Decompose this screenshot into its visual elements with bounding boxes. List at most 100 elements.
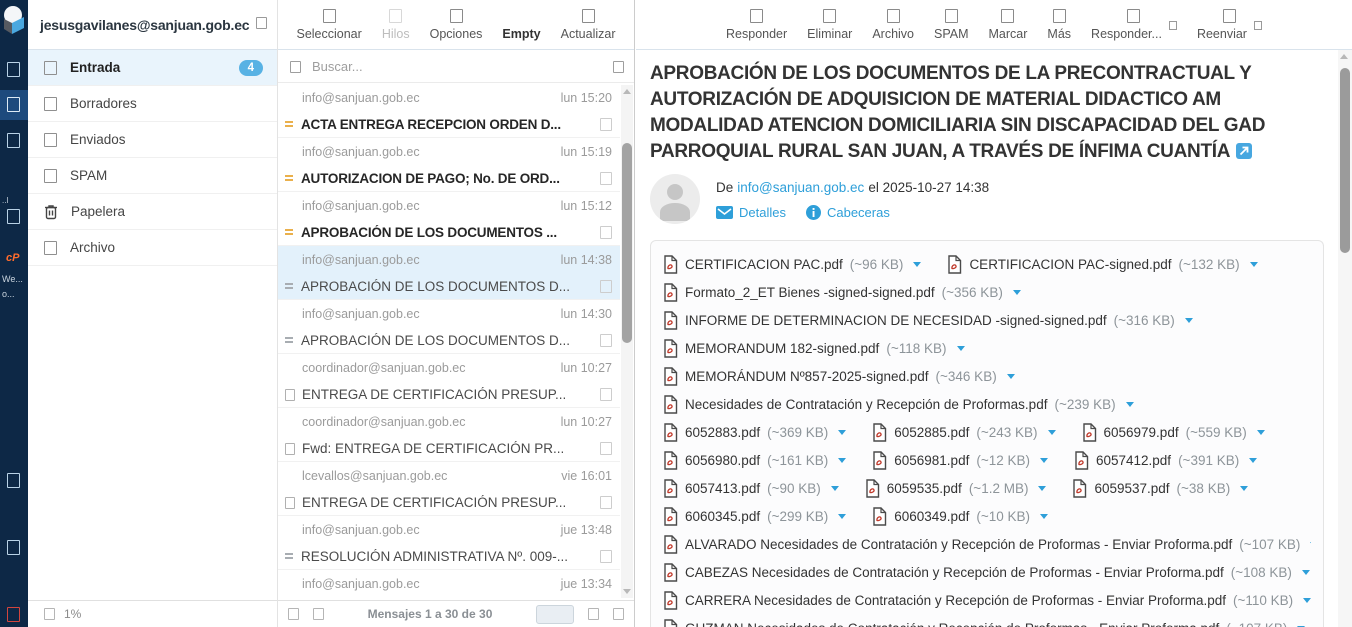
attachment-item[interactable]: MEMORANDUM 182-signed.pdf (~118 KB) [663, 339, 965, 358]
attachment-menu-icon[interactable] [838, 514, 846, 519]
attachment-item[interactable]: 6052883.pdf (~369 KB) [663, 423, 846, 442]
message-row[interactable]: info@sanjuan.gob.ec lun 15:19 AUTORIZACI… [278, 138, 620, 192]
search-options-icon[interactable] [613, 61, 624, 73]
toolbar-button[interactable]: Reenviar [1197, 9, 1262, 41]
attachment-item[interactable]: ALVARADO Necesidades de Contratación y R… [663, 535, 1311, 554]
attachment-item[interactable]: GUZMAN Necesidades de Contratación y Rec… [663, 619, 1305, 627]
list-scrollbar[interactable] [621, 85, 633, 598]
attachment-item[interactable]: CERTIFICACION PAC.pdf (~96 KB) [663, 255, 921, 274]
attachment-menu-icon[interactable] [1240, 486, 1248, 491]
toolbar-button[interactable]: Archivo [872, 9, 914, 41]
message-row[interactable]: info@sanjuan.gob.ec jue 13:34 [278, 570, 620, 600]
sender-email-link[interactable]: info@sanjuan.gob.ec [737, 180, 864, 195]
toolbar-button[interactable]: Empty [502, 9, 540, 41]
message-row[interactable]: info@sanjuan.gob.ec lun 15:12 APROBACIÓN… [278, 192, 620, 246]
attachment-item[interactable]: CARRERA Necesidades de Contratación y Re… [663, 591, 1311, 610]
attachment-name[interactable]: Necesidades de Contratación y Recepción … [685, 397, 1047, 412]
rail-app-icon[interactable] [7, 62, 20, 77]
attachment-name[interactable]: 6057412.pdf [1096, 453, 1171, 468]
folder-item[interactable]: Entrada 4 [28, 50, 277, 86]
footer-icon[interactable] [288, 608, 299, 620]
scroll-up-icon[interactable] [623, 89, 631, 94]
attachment-item[interactable]: 6059535.pdf (~1.2 MB) [865, 479, 1047, 498]
attachment-name[interactable]: CERTIFICACION PAC.pdf [685, 257, 843, 272]
attachment-menu-icon[interactable] [1185, 318, 1193, 323]
message-checkbox[interactable] [600, 334, 612, 347]
attachment-name[interactable]: GUZMAN Necesidades de Contratación y Rec… [685, 621, 1219, 627]
message-checkbox[interactable] [600, 388, 612, 401]
attachment-item[interactable]: INFORME DE DETERMINACION DE NECESIDAD -s… [663, 311, 1193, 330]
scroll-up-icon[interactable] [1340, 54, 1348, 59]
attachment-item[interactable]: CABEZAS Necesidades de Contratación y Re… [663, 563, 1310, 582]
attachment-item[interactable]: 6056980.pdf (~161 KB) [663, 451, 846, 470]
attachment-menu-icon[interactable] [1310, 542, 1311, 547]
attachment-item[interactable]: 6060349.pdf (~10 KB) [872, 507, 1048, 526]
search-bar[interactable]: Buscar... [278, 51, 634, 83]
folder-item[interactable]: Borradores [28, 86, 277, 122]
attachment-menu-icon[interactable] [1303, 598, 1311, 603]
headers-link[interactable]: Cabeceras [806, 205, 890, 220]
attachment-name[interactable]: CERTIFICACION PAC-signed.pdf [969, 257, 1171, 272]
attachment-name[interactable]: Formato_2_ET Bienes -signed-signed.pdf [685, 285, 935, 300]
toolbar-button[interactable]: Seleccionar [296, 9, 361, 41]
toolbar-button[interactable]: Responder... [1091, 9, 1177, 41]
cpanel-logo[interactable]: cP [6, 252, 19, 264]
attachment-menu-icon[interactable] [1302, 570, 1310, 575]
toolbar-button[interactable]: Actualizar [561, 9, 616, 41]
folder-item[interactable]: SPAM [28, 158, 277, 194]
toolbar-button[interactable]: Opciones [430, 9, 483, 41]
attachment-menu-icon[interactable] [1048, 430, 1056, 435]
attachment-item[interactable]: 6060345.pdf (~299 KB) [663, 507, 846, 526]
attachment-menu-icon[interactable] [1007, 374, 1015, 379]
attachment-menu-icon[interactable] [957, 346, 965, 351]
attachment-menu-icon[interactable] [1038, 486, 1046, 491]
attachment-menu-icon[interactable] [1013, 290, 1021, 295]
attachment-item[interactable]: 6056979.pdf (~559 KB) [1082, 423, 1265, 442]
message-checkbox[interactable] [600, 496, 612, 509]
rail-app-icon[interactable] [7, 607, 20, 622]
attachment-name[interactable]: 6060349.pdf [894, 509, 969, 524]
footer-icon[interactable] [588, 608, 599, 620]
attachment-name[interactable]: 6052885.pdf [894, 425, 969, 440]
attachment-name[interactable]: 6052883.pdf [685, 425, 760, 440]
attachment-menu-icon[interactable] [1040, 458, 1048, 463]
message-row[interactable]: coordinador@sanjuan.gob.ec lun 10:27 ENT… [278, 354, 620, 408]
attachment-menu-icon[interactable] [1040, 514, 1048, 519]
toolbar-button[interactable]: SPAM [934, 9, 969, 41]
attachment-name[interactable]: 6059537.pdf [1094, 481, 1169, 496]
attachment-menu-icon[interactable] [913, 262, 921, 267]
message-row[interactable]: info@sanjuan.gob.ec jue 13:48 RESOLUCIÓN… [278, 516, 620, 570]
account-menu-icon[interactable] [256, 17, 267, 29]
message-row[interactable]: coordinador@sanjuan.gob.ec lun 10:27 Fwd… [278, 408, 620, 462]
rail-app-icon[interactable] [7, 133, 20, 148]
folder-item[interactable]: Papelera [28, 194, 277, 230]
toolbar-button[interactable]: Responder [726, 9, 787, 41]
webmail-logo-icon[interactable] [1, 2, 27, 49]
reading-scrollbar-thumb[interactable] [1340, 68, 1350, 253]
search-input[interactable]: Buscar... [312, 59, 602, 74]
attachment-name[interactable]: ALVARADO Necesidades de Contratación y R… [685, 537, 1232, 552]
rail-active-item[interactable] [0, 90, 28, 120]
scroll-down-icon[interactable] [623, 589, 631, 594]
folder-item[interactable]: Enviados [28, 122, 277, 158]
message-checkbox[interactable] [600, 172, 612, 185]
toolbar-button[interactable]: Eliminar [807, 9, 852, 41]
message-row[interactable]: info@sanjuan.gob.ec lun 14:38 APROBACIÓN… [278, 246, 620, 300]
attachment-name[interactable]: 6059535.pdf [887, 481, 962, 496]
toolbar-button[interactable]: Hilos [382, 9, 410, 41]
toolbar-button[interactable]: Marcar [989, 9, 1028, 41]
attachment-name[interactable]: 6060345.pdf [685, 509, 760, 524]
attachment-item[interactable]: 6052885.pdf (~243 KB) [872, 423, 1055, 442]
attachment-menu-icon[interactable] [838, 430, 846, 435]
attachment-name[interactable]: CARRERA Necesidades de Contratación y Re… [685, 593, 1226, 608]
list-scrollbar-thumb[interactable] [622, 143, 632, 343]
folder-item[interactable]: Archivo [28, 230, 277, 266]
attachment-item[interactable]: 6057412.pdf (~391 KB) [1074, 451, 1257, 470]
rail-app-icon[interactable] [7, 473, 20, 488]
open-in-new-window-icon[interactable] [1236, 143, 1252, 159]
attachment-name[interactable]: 6056980.pdf [685, 453, 760, 468]
attachment-name[interactable]: 6056981.pdf [894, 453, 969, 468]
attachment-name[interactable]: MEMORÁNDUM Nº857-2025-signed.pdf [685, 369, 929, 384]
message-checkbox[interactable] [600, 226, 612, 239]
rail-app-icon[interactable] [7, 209, 20, 224]
